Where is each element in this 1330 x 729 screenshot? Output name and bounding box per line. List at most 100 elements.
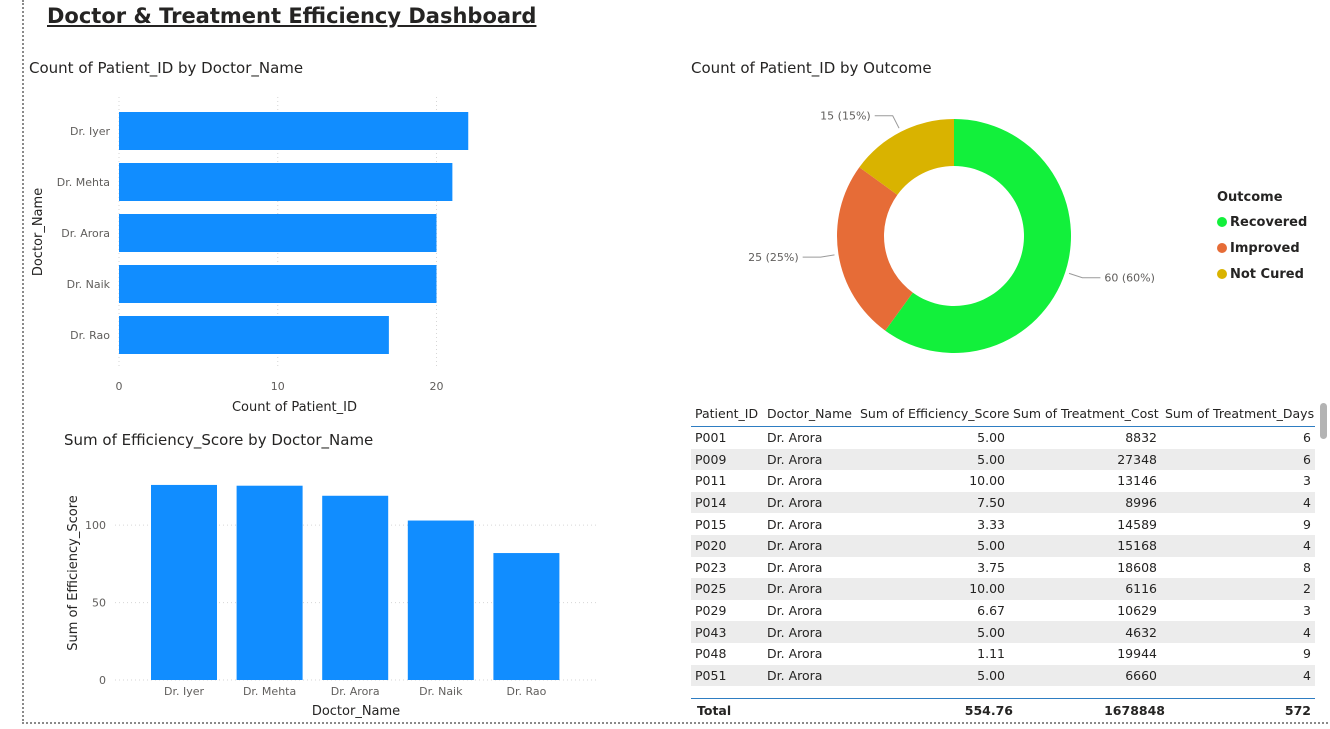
x-axis-title: Doctor_Name bbox=[312, 704, 400, 719]
cell-doctor-name: Dr. Arora bbox=[763, 448, 856, 471]
cell-doctor-name: Dr. Arora bbox=[763, 621, 856, 643]
table-total-row: Total 554.76 1678848 572 bbox=[691, 698, 1315, 721]
cell-patient-id: P009 bbox=[691, 448, 763, 471]
table-row[interactable]: P015 Dr. Arora 3.33 14589 9 bbox=[691, 513, 1315, 535]
table-row[interactable]: P009 Dr. Arora 5.00 27348 6 bbox=[691, 448, 1315, 471]
x-axis-title: Count of Patient_ID bbox=[232, 400, 357, 415]
total-label: Total bbox=[697, 702, 732, 718]
x-tick-label: 20 bbox=[430, 380, 444, 393]
cell-doctor-name: Dr. Arora bbox=[763, 534, 856, 557]
patient-count-bar-chart[interactable]: 0 10 20 Dr. Iyer Dr. Mehta Dr. Arora Dr. Naik D… bbox=[20, 82, 640, 422]
cell-treatment-cost: 13146 bbox=[1117, 473, 1157, 489]
legend-title: Outcome bbox=[1217, 190, 1283, 205]
table-row[interactable]: P001 Dr. Arora 5.00 8832 6 bbox=[691, 427, 1315, 449]
cell-efficiency-score: 10.00 bbox=[856, 578, 1009, 600]
cell-treatment-days: 9 bbox=[1303, 516, 1311, 532]
table-row[interactable]: P014 Dr. Arora 7.50 8996 4 bbox=[691, 491, 1315, 514]
cell-doctor-name: Dr. Arora bbox=[767, 646, 823, 662]
cell-treatment-cost: 10629 bbox=[1117, 603, 1157, 619]
legend-item-not-cured[interactable]: Not Cured bbox=[1217, 261, 1307, 287]
legend-dot-recovered bbox=[1217, 217, 1227, 227]
cell-treatment-days: 4 bbox=[1161, 621, 1315, 643]
cell-patient-id: P015 bbox=[695, 516, 727, 532]
table-header-row: Patient_ID Doctor_Name Sum of Efficiency… bbox=[691, 400, 1315, 427]
cell-patient-id: P029 bbox=[695, 603, 727, 619]
efficiency-chart-title: Sum of Efficiency_Score by Doctor_Name bbox=[64, 431, 374, 449]
y-tick-label: 100 bbox=[85, 519, 106, 532]
bar-dr-arora bbox=[119, 214, 437, 252]
legend-label-not-cured: Not Cured bbox=[1230, 266, 1304, 282]
x-tick-label: Dr. Mehta bbox=[243, 685, 296, 698]
cell-treatment-days: 2 bbox=[1161, 578, 1315, 600]
table-scrollbar[interactable] bbox=[1320, 403, 1327, 439]
table-row[interactable]: P043 Dr. Arora 5.00 4632 4 bbox=[691, 621, 1315, 643]
legend-label-recovered: Recovered bbox=[1230, 214, 1308, 230]
patient-table[interactable]: Patient_ID Doctor_Name Sum of Efficiency… bbox=[691, 400, 1315, 721]
legend-dot-not-cured bbox=[1217, 269, 1227, 279]
column-header-doctor-name[interactable]: Doctor_Name bbox=[763, 400, 856, 427]
x-tick-label: Dr. Arora bbox=[331, 685, 380, 698]
table-row[interactable]: P048 Dr. Arora 1.11 19944 9 bbox=[691, 643, 1315, 665]
total-days: 572 bbox=[1284, 702, 1311, 718]
cell-treatment-days: 8 bbox=[1303, 559, 1311, 575]
legend-item-recovered[interactable]: Recovered bbox=[1217, 209, 1307, 235]
cell-treatment-cost: 19944 bbox=[1117, 646, 1157, 662]
legend-item-improved[interactable]: Improved bbox=[1217, 235, 1307, 261]
bar-dr-mehta bbox=[236, 485, 303, 680]
total-efficiency: 554.76 bbox=[964, 702, 1013, 718]
efficiency-score-bar-chart[interactable]: 0 50 100 Dr. Iyer Dr. Mehta Dr. Arora Dr. Naik… bbox=[20, 455, 640, 725]
x-tick-label: Dr. Naik bbox=[419, 685, 463, 698]
y-tick-label: 0 bbox=[99, 674, 106, 687]
cell-treatment-days: 4 bbox=[1161, 491, 1315, 514]
slice-label-improved: 25 (25%) bbox=[748, 251, 799, 264]
column-header-treatment-cost[interactable]: Sum of Treatment_Cost bbox=[1009, 400, 1161, 427]
column-header-treatment-days[interactable]: Sum of Treatment_Days bbox=[1161, 400, 1315, 427]
leader-line bbox=[802, 254, 835, 258]
cell-treatment-days: 6 bbox=[1303, 430, 1311, 446]
y-tick-label: Dr. Iyer bbox=[70, 125, 110, 138]
leader-line bbox=[874, 115, 900, 129]
cell-doctor-name: Dr. Arora bbox=[767, 473, 823, 489]
cell-doctor-name: Dr. Arora bbox=[767, 430, 823, 446]
bar-dr-mehta bbox=[119, 163, 453, 201]
bar-dr-rao bbox=[119, 316, 389, 354]
slice-improved bbox=[837, 167, 913, 331]
cell-treatment-cost: 6660 bbox=[1009, 664, 1161, 686]
cell-patient-id: P043 bbox=[691, 621, 763, 643]
slice-label-not-cured: 15 (15%) bbox=[820, 110, 871, 123]
cell-patient-id: P023 bbox=[695, 559, 727, 575]
cell-treatment-cost: 14589 bbox=[1117, 516, 1157, 532]
x-tick-label: Dr. Iyer bbox=[164, 685, 204, 698]
bar-dr-iyer bbox=[151, 484, 217, 680]
y-axis-title: Sum of Efficiency_Score bbox=[66, 495, 81, 650]
cell-efficiency-score: 3.33 bbox=[977, 516, 1005, 532]
table-row[interactable]: P023 Dr. Arora 3.75 18608 8 bbox=[691, 557, 1315, 579]
table-row[interactable]: P029 Dr. Arora 6.67 10629 3 bbox=[691, 600, 1315, 622]
cell-treatment-days: 9 bbox=[1303, 646, 1311, 662]
cell-treatment-cost: 15168 bbox=[1009, 534, 1161, 557]
outcome-legend: Outcome Recovered Improved Not Cured bbox=[1217, 190, 1307, 287]
cell-patient-id: P001 bbox=[695, 430, 727, 446]
cell-treatment-days: 3 bbox=[1303, 473, 1311, 489]
cell-doctor-name: Dr. Arora bbox=[763, 491, 856, 514]
cell-treatment-days: 6 bbox=[1161, 448, 1315, 471]
cell-patient-id: P025 bbox=[691, 578, 763, 600]
dashboard-title: Doctor & Treatment Efficiency Dashboard bbox=[47, 4, 537, 28]
bar-dr-naik bbox=[407, 520, 474, 680]
total-cost: 1678848 bbox=[1104, 702, 1165, 718]
cell-treatment-cost: 4632 bbox=[1009, 621, 1161, 643]
bar-dr-naik bbox=[119, 265, 437, 303]
column-header-efficiency-score[interactable]: Sum of Efficiency_Score bbox=[856, 400, 1009, 427]
cell-efficiency-score: 1.11 bbox=[977, 646, 1005, 662]
table-row[interactable]: P011 Dr. Arora 10.00 13146 3 bbox=[691, 470, 1315, 492]
table-row[interactable]: P025 Dr. Arora 10.00 6116 2 bbox=[691, 578, 1315, 600]
bar-dr-rao bbox=[493, 553, 560, 680]
cell-efficiency-score: 5.00 bbox=[856, 534, 1009, 557]
table-row[interactable]: P020 Dr. Arora 5.00 15168 4 bbox=[691, 534, 1315, 557]
column-header-patient-id[interactable]: Patient_ID bbox=[691, 400, 763, 427]
outcome-donut-chart[interactable]: 60 (60%) 25 (25%) 15 (15%) bbox=[700, 85, 1200, 385]
x-tick-label: 0 bbox=[116, 380, 123, 393]
table-row[interactable]: P051 Dr. Arora 5.00 6660 4 bbox=[691, 664, 1315, 686]
cell-efficiency-score: 5.00 bbox=[856, 621, 1009, 643]
y-tick-label: Dr. Mehta bbox=[57, 176, 110, 189]
